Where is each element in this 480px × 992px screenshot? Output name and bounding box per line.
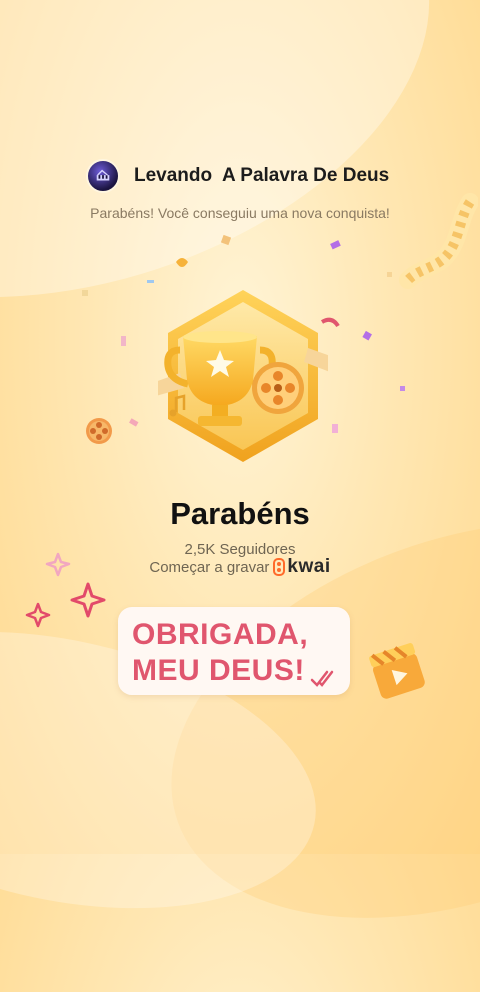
message-line-1: OBRIGADA,	[132, 618, 309, 651]
clapperboard-icon	[369, 643, 425, 699]
achievement-title: Parabéns	[170, 496, 310, 531]
avatar[interactable]	[86, 159, 120, 193]
channel-name[interactable]: Levando A Palavra De Deus	[134, 165, 389, 187]
piano-icon	[96, 169, 110, 181]
kwai-logo-icon	[273, 558, 286, 576]
double-check-icon	[310, 670, 334, 687]
kwai-logo: kwai	[273, 556, 330, 578]
record-row[interactable]: Começar a gravar kwai	[0, 556, 480, 578]
message-line-2: MEU DEUS!	[132, 654, 305, 687]
kwai-brand-text: kwai	[287, 556, 331, 577]
channel-header[interactable]: Levando A Palavra De Deus	[86, 159, 389, 193]
message-bubble: OBRIGADA, MEU DEUS!	[118, 607, 350, 695]
trophy-badge-icon	[158, 290, 328, 462]
film-reel-icon	[86, 418, 112, 444]
achievement-subtitle: Parabéns! Você conseguiu uma nova conqui…	[90, 205, 390, 221]
record-label[interactable]: Começar a gravar	[149, 559, 269, 576]
